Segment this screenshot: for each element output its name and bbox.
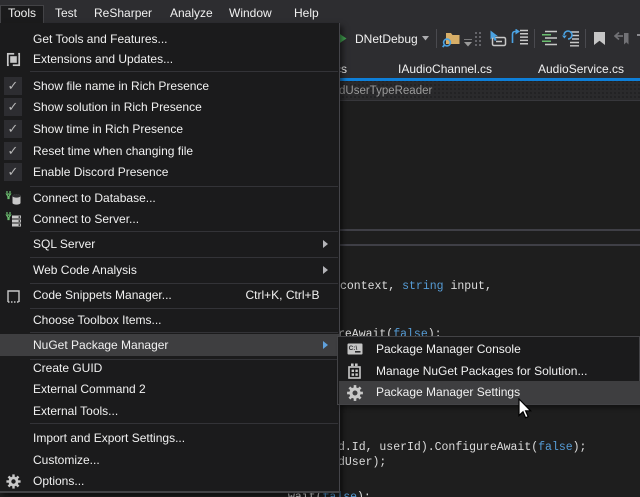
svg-text:C:\: C:\ [349,345,358,352]
